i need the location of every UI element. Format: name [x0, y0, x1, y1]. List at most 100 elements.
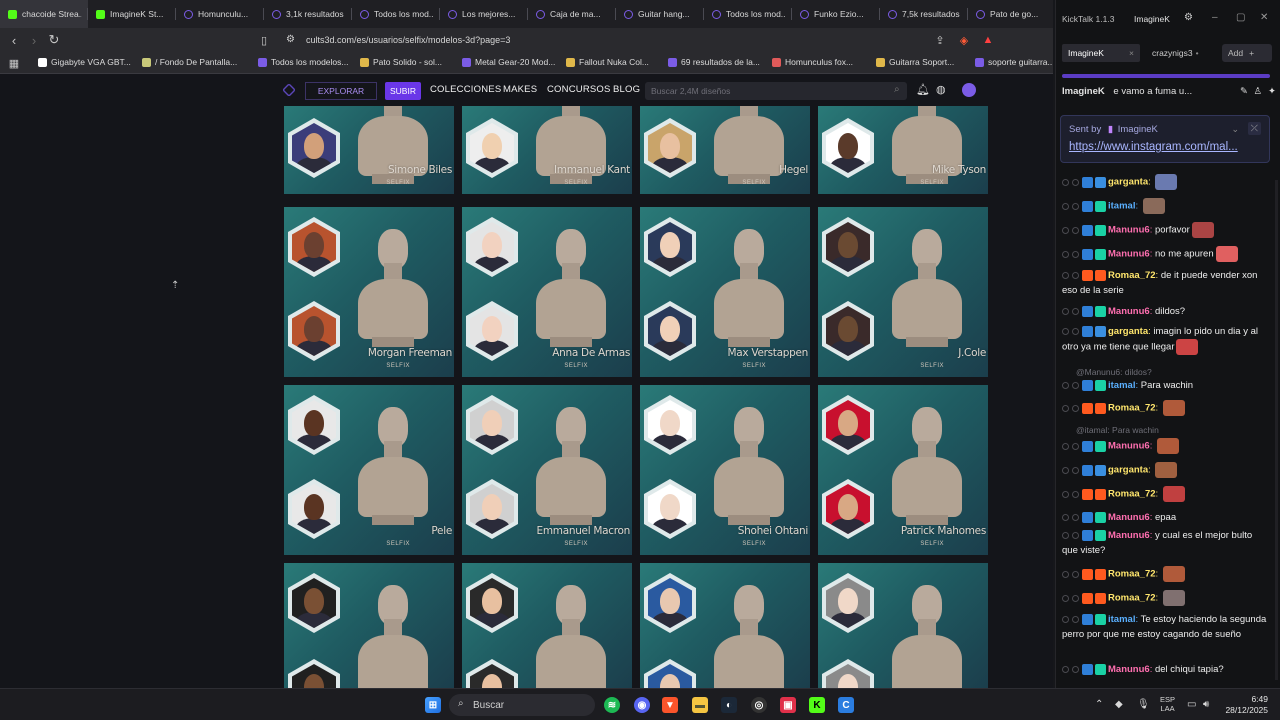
- model-card[interactable]: [462, 563, 632, 688]
- minimize-icon[interactable]: –: [1212, 12, 1218, 23]
- message-action-icon[interactable]: [1062, 226, 1069, 234]
- pinned-link[interactable]: https://www.instagram.com/mal...: [1069, 141, 1265, 153]
- taskbar-search[interactable]: ⌕ Buscar: [449, 694, 595, 716]
- model-card[interactable]: Shohei Ohtani SELFIX: [640, 385, 810, 555]
- bookmark-item[interactable]: / Fondo De Pantalla...: [142, 57, 237, 67]
- taskbar-clock[interactable]: 6:49 28/12/2025: [1225, 694, 1268, 716]
- brave-shield-icon[interactable]: ◈: [956, 32, 972, 48]
- chat-message[interactable]: Romaa_72:: [1062, 486, 1268, 502]
- browser-tab[interactable]: ImagineK St...: [88, 0, 176, 28]
- message-action-icon[interactable]: [1062, 615, 1069, 623]
- chat-message[interactable]: Manunu6: no me apuren: [1062, 246, 1268, 262]
- rewards-icon[interactable]: ▲: [980, 32, 996, 48]
- bookmark-item[interactable]: Gigabyte VGA GBT...: [38, 57, 131, 67]
- chat-message[interactable]: garganta:: [1062, 174, 1268, 190]
- message-action-icon[interactable]: [1062, 594, 1069, 602]
- share-icon[interactable]: ⇪: [932, 32, 948, 48]
- message-action-icon[interactable]: [1072, 665, 1079, 673]
- model-card[interactable]: [284, 563, 454, 688]
- volume-icon[interactable]: 🔊︎: [1203, 699, 1209, 710]
- add-tab-button[interactable]: Add +: [1222, 44, 1272, 62]
- tab-imaginek[interactable]: ImagineK ×: [1062, 44, 1140, 62]
- kicktalk-pinned-header[interactable]: ImagineK e vamo a fuma u... ✎ ♙ ✦: [1062, 86, 1276, 102]
- chat-message[interactable]: Romaa_72:: [1062, 400, 1268, 416]
- url-field[interactable]: ⚙ cults3d.com/es/usuarios/selfix/modelos…: [280, 31, 880, 49]
- browser-tab[interactable]: Guitar hang...: [616, 0, 704, 28]
- site-info-icon[interactable]: ⚙: [286, 34, 295, 45]
- back-icon[interactable]: ‹: [6, 32, 22, 48]
- tab-close-icon[interactable]: ×: [1129, 48, 1134, 58]
- message-action-icon[interactable]: [1072, 250, 1079, 258]
- message-action-icon[interactable]: [1072, 307, 1079, 315]
- message-action-icon[interactable]: [1072, 442, 1079, 450]
- network-icon[interactable]: ▭: [1187, 699, 1196, 710]
- nav-concursos[interactable]: CONCURSOS: [547, 84, 611, 95]
- message-action-icon[interactable]: [1062, 490, 1069, 498]
- model-card[interactable]: Morgan Freeman SELFIX: [284, 207, 454, 377]
- model-card[interactable]: [640, 563, 810, 688]
- message-action-icon[interactable]: [1072, 570, 1079, 578]
- language-globe-icon[interactable]: ◍: [936, 83, 946, 96]
- browser-tab[interactable]: Todos los mod...: [352, 0, 440, 28]
- chat-message[interactable]: itamal:: [1062, 198, 1268, 214]
- bookmark-item[interactable]: soporte guitarra...: [975, 57, 1053, 67]
- message-action-icon[interactable]: [1062, 404, 1069, 412]
- chat-username[interactable]: Manunu6: [1108, 249, 1150, 260]
- message-action-icon[interactable]: [1062, 307, 1069, 315]
- spotify-icon[interactable]: ≋: [604, 697, 620, 713]
- microphone-icon[interactable]: 🎙︎: [1137, 699, 1150, 710]
- chat-scrollbar[interactable]: [1275, 180, 1278, 680]
- file-explorer-icon[interactable]: ▬: [692, 697, 708, 713]
- chat-username[interactable]: itamal: [1108, 201, 1135, 212]
- kicktalk-username[interactable]: ImagineK: [1134, 14, 1170, 24]
- site-search-input[interactable]: Buscar 2,4M diseños: [645, 82, 907, 100]
- browser-tab[interactable]: Los mejores...: [440, 0, 528, 28]
- model-card[interactable]: Emmanuel Macron SELFIX: [462, 385, 632, 555]
- message-action-icon[interactable]: [1062, 178, 1069, 186]
- unpin-icon[interactable]: ⤫: [1247, 122, 1261, 135]
- model-card[interactable]: J.Cole SELFIX: [818, 207, 988, 377]
- message-action-icon[interactable]: [1062, 531, 1069, 539]
- chat-username[interactable]: Manunu6: [1108, 441, 1150, 452]
- close-icon[interactable]: ✕: [1260, 12, 1268, 23]
- bookmark-icon[interactable]: ▯: [256, 32, 272, 48]
- tray-chevron-icon[interactable]: ⌃: [1095, 699, 1103, 710]
- chat-username[interactable]: Romaa_72: [1108, 593, 1156, 604]
- browser-tab[interactable]: Todos los mod...: [704, 0, 792, 28]
- message-action-icon[interactable]: [1072, 178, 1079, 186]
- bookmark-item[interactable]: 69 resultados de la...: [668, 57, 760, 67]
- chat-message[interactable]: Romaa_72:: [1062, 566, 1268, 582]
- chat-username[interactable]: Romaa_72: [1108, 489, 1156, 500]
- message-action-icon[interactable]: [1062, 381, 1069, 389]
- nav-makes[interactable]: MAKES: [503, 84, 537, 95]
- chat-username[interactable]: garganta: [1108, 326, 1148, 337]
- chat-message[interactable]: Manunu6: epaa: [1062, 510, 1268, 525]
- user-icon[interactable]: ♙: [1253, 86, 1262, 97]
- steam-icon[interactable]: ◐: [721, 697, 737, 713]
- model-card[interactable]: Pele SELFIX: [284, 385, 454, 555]
- apps-grid-icon[interactable]: ▦: [6, 55, 22, 71]
- message-action-icon[interactable]: [1062, 466, 1069, 474]
- message-action-icon[interactable]: [1062, 513, 1069, 521]
- pinned-star-icon[interactable]: ✦: [1268, 86, 1276, 97]
- message-action-icon[interactable]: [1072, 615, 1079, 623]
- bookmark-item[interactable]: Homunculus fox...: [772, 57, 853, 67]
- model-card[interactable]: Hegel SELFIX: [640, 106, 810, 194]
- model-card[interactable]: Simone Biles SELFIX: [284, 106, 454, 194]
- model-card[interactable]: Anna De Armas SELFIX: [462, 207, 632, 377]
- chat-username[interactable]: itamal: [1108, 614, 1135, 625]
- message-action-icon[interactable]: [1072, 226, 1079, 234]
- message-action-icon[interactable]: [1072, 381, 1079, 389]
- message-action-icon[interactable]: [1062, 442, 1069, 450]
- message-action-icon[interactable]: [1072, 594, 1079, 602]
- chat-username[interactable]: Manunu6: [1108, 225, 1150, 236]
- model-card[interactable]: Patrick Mahomes SELFIX: [818, 385, 988, 555]
- message-action-icon[interactable]: [1072, 404, 1079, 412]
- nav-colecciones[interactable]: COLECCIONES: [430, 84, 501, 95]
- windows-start-icon[interactable]: ⊞: [425, 697, 441, 713]
- chat-username[interactable]: Manunu6: [1108, 306, 1150, 317]
- browser-tab[interactable]: Caja de ma...: [528, 0, 616, 28]
- message-action-icon[interactable]: [1072, 327, 1079, 335]
- chat-message[interactable]: Romaa_72:: [1062, 590, 1268, 606]
- message-action-icon[interactable]: [1072, 490, 1079, 498]
